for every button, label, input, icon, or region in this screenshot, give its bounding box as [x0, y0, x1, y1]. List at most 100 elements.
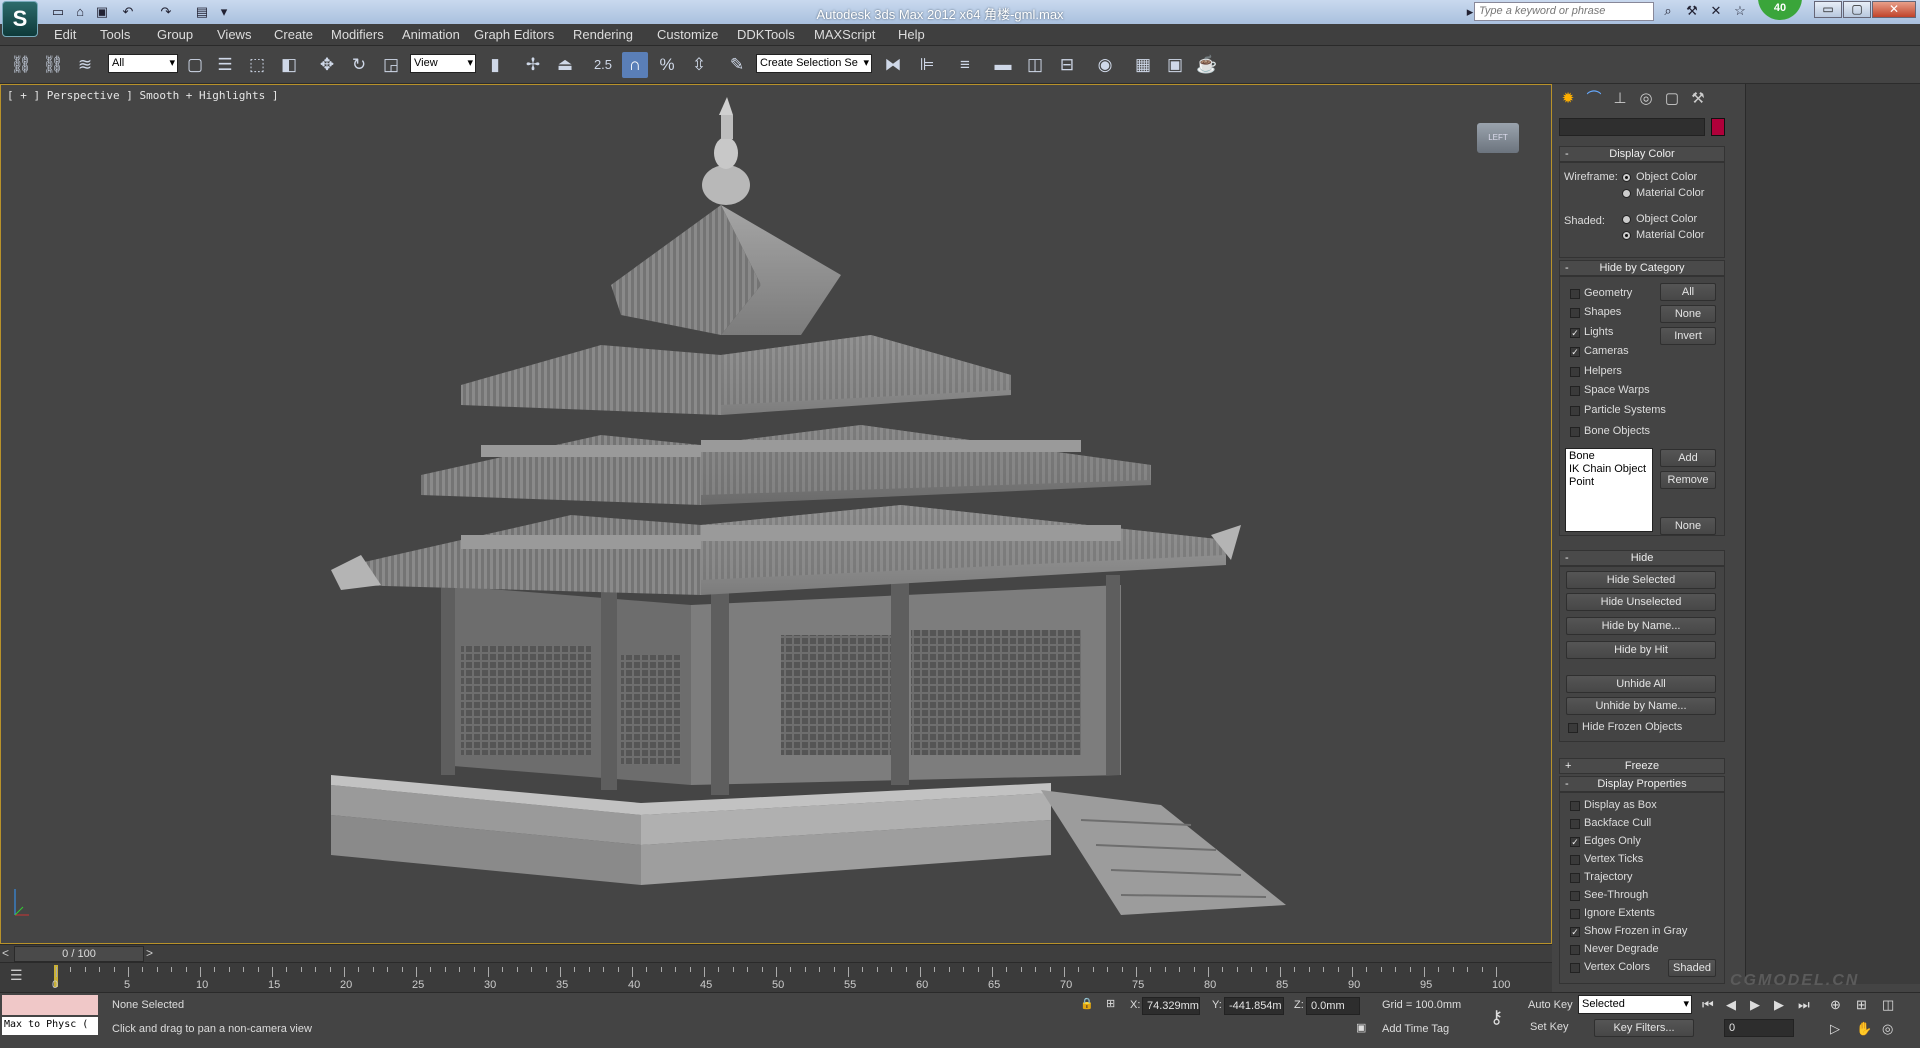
menu-rendering[interactable]: Rendering: [573, 27, 633, 42]
project-folder-icon[interactable]: ▤: [192, 2, 212, 22]
schematic-view-icon[interactable]: ⊟: [1054, 52, 1080, 78]
bind-space-warp-icon[interactable]: ≋: [72, 52, 98, 78]
track-bar[interactable]: ☰ 0 5 10 15 20 25 30 35 40 45 50 55 60 65 70 75 80 85 90 95…: [0, 962, 1552, 992]
menu-help[interactable]: Help: [898, 27, 925, 42]
add-category-button[interactable]: Add: [1660, 449, 1716, 467]
zoom-icon[interactable]: ⊕: [1830, 997, 1841, 1013]
never-degrade-checkbox[interactable]: [1570, 945, 1580, 955]
utilities-tab-icon[interactable]: ⚒: [1687, 88, 1709, 110]
manipulate-icon[interactable]: ✢: [520, 52, 546, 78]
select-and-link-icon[interactable]: ⛓: [8, 52, 34, 78]
rectangular-selection-icon[interactable]: ⬚: [244, 52, 270, 78]
list-item[interactable]: IK Chain Object: [1569, 463, 1649, 476]
menu-modifiers[interactable]: Modifiers: [331, 27, 384, 42]
select-and-move-icon[interactable]: ✥: [314, 52, 340, 78]
z-coord-field[interactable]: 0.0mm: [1306, 997, 1360, 1015]
vertex-colors-shaded-button[interactable]: Shaded: [1668, 959, 1716, 977]
hide-all-button[interactable]: All: [1660, 283, 1716, 301]
app-logo[interactable]: S: [2, 1, 38, 37]
bone-objects-checkbox[interactable]: [1570, 427, 1580, 437]
layer-manager-icon[interactable]: ≡: [952, 52, 978, 78]
perspective-viewport[interactable]: [ + ] Perspective ] Smooth + Highlights …: [0, 84, 1552, 944]
time-slider-thumb[interactable]: 0 / 100: [14, 946, 144, 962]
keyboard-shortcut-override-icon[interactable]: ⏏: [552, 52, 578, 78]
space-warps-checkbox[interactable]: [1570, 386, 1580, 396]
vertex-ticks-checkbox[interactable]: [1570, 855, 1580, 865]
trajectory-checkbox[interactable]: [1570, 873, 1580, 883]
lock-selection-icon[interactable]: 🔒: [1080, 997, 1094, 1010]
display-color-rollout-header[interactable]: - Display Color: [1559, 146, 1725, 162]
reference-coordinate-dropdown[interactable]: View: [410, 54, 476, 73]
binoculars-icon[interactable]: ⌕: [1658, 3, 1678, 21]
shaded-object-color-radio[interactable]: [1622, 215, 1631, 224]
open-file-icon[interactable]: ⌂: [70, 2, 90, 22]
hide-none-button[interactable]: None: [1660, 305, 1716, 323]
shaded-material-color-radio[interactable]: [1622, 231, 1631, 240]
object-color-swatch[interactable]: [1711, 118, 1725, 136]
mini-curve-editor-icon[interactable]: ☰: [10, 967, 32, 987]
show-frozen-in-gray-checkbox[interactable]: ✓: [1570, 927, 1580, 937]
wireframe-object-color-radio[interactable]: [1622, 173, 1631, 182]
prev-frame-icon[interactable]: ◀: [1726, 997, 1736, 1013]
keyword-search-input[interactable]: Type a keyword or phrase: [1474, 2, 1654, 21]
key-selection-dropdown[interactable]: Selected: [1578, 995, 1692, 1014]
menu-ddktools[interactable]: DDKTools: [737, 27, 795, 42]
material-editor-icon[interactable]: ◉: [1092, 52, 1118, 78]
particle-systems-checkbox[interactable]: [1570, 406, 1580, 416]
menu-create[interactable]: Create: [274, 27, 313, 42]
goto-end-icon[interactable]: ⏭: [1798, 997, 1810, 1013]
helpers-checkbox[interactable]: [1570, 367, 1580, 377]
menu-customize[interactable]: Customize: [657, 27, 718, 42]
goto-start-icon[interactable]: ⏮: [1702, 997, 1714, 1013]
spinner-snap-icon[interactable]: ⇳: [686, 52, 712, 78]
unhide-all-button[interactable]: Unhide All: [1566, 675, 1716, 693]
set-key-button[interactable]: Set Key: [1530, 1021, 1569, 1033]
snap-toggle-icon[interactable]: 2.5: [590, 52, 616, 78]
quick-access-dropdown-icon[interactable]: ▾: [214, 2, 234, 22]
time-slider-next-icon[interactable]: >: [146, 946, 153, 960]
select-and-rotate-icon[interactable]: ↻: [346, 52, 372, 78]
hide-by-name-button[interactable]: Hide by Name...: [1566, 617, 1716, 635]
list-item[interactable]: Point: [1569, 476, 1649, 489]
object-name-field[interactable]: [1559, 118, 1705, 136]
edit-named-selection-icon[interactable]: ✎: [724, 52, 750, 78]
orbit-icon[interactable]: ◎: [1882, 1021, 1893, 1037]
hide-unselected-button[interactable]: Hide Unselected: [1566, 593, 1716, 611]
window-crossing-icon[interactable]: ◧: [276, 52, 302, 78]
zoom-all-icon[interactable]: ⊞: [1856, 997, 1867, 1013]
communication-icon[interactable]: ✕: [1706, 3, 1726, 21]
new-file-icon[interactable]: ▭: [48, 2, 68, 22]
render-setup-icon[interactable]: ▦: [1130, 52, 1156, 78]
maxscript-input[interactable]: Max to Physc (: [2, 1017, 98, 1035]
unhide-by-name-button[interactable]: Unhide by Name...: [1566, 697, 1716, 715]
x-coord-field[interactable]: 74.329mm: [1142, 997, 1200, 1015]
redo-icon[interactable]: ↷: [156, 2, 176, 22]
time-slider[interactable]: < 0 / 100 >: [0, 944, 1552, 962]
absolute-mode-icon[interactable]: ⊞: [1106, 997, 1115, 1010]
zoom-extents-icon[interactable]: ◫: [1882, 997, 1894, 1013]
pivot-center-icon[interactable]: ▮: [482, 52, 508, 78]
graphite-ribbon-icon[interactable]: ▬: [990, 52, 1016, 78]
render-production-icon[interactable]: ☕: [1194, 52, 1220, 78]
edges-only-checkbox[interactable]: ✓: [1570, 837, 1580, 847]
menu-views[interactable]: Views: [217, 27, 251, 42]
select-and-scale-icon[interactable]: ◲: [378, 52, 404, 78]
unlink-icon[interactable]: ⛓: [40, 52, 66, 78]
lights-checkbox[interactable]: ✓: [1570, 328, 1580, 338]
set-key-mode-icon[interactable]: ⚷: [1490, 1007, 1503, 1028]
hide-by-hit-button[interactable]: Hide by Hit: [1566, 641, 1716, 659]
favorites-star-icon[interactable]: ☆: [1730, 3, 1750, 21]
add-time-tag-button[interactable]: Add Time Tag: [1382, 1023, 1449, 1035]
modify-tab-icon[interactable]: ⌒: [1583, 88, 1605, 110]
curve-editor-icon[interactable]: ◫: [1022, 52, 1048, 78]
category-list-none-button[interactable]: None: [1660, 517, 1716, 535]
ignore-extents-checkbox[interactable]: [1570, 909, 1580, 919]
close-button[interactable]: ✕: [1872, 1, 1916, 18]
field-of-view-icon[interactable]: ▷: [1830, 1021, 1840, 1037]
hide-selected-button[interactable]: Hide Selected: [1566, 571, 1716, 589]
rendered-frame-window-icon[interactable]: ▣: [1162, 52, 1188, 78]
hide-invert-button[interactable]: Invert: [1660, 327, 1716, 345]
freeze-rollout-header[interactable]: + Freeze: [1559, 758, 1725, 774]
motion-tab-icon[interactable]: ◎: [1635, 88, 1657, 110]
percent-snap-icon[interactable]: %: [654, 52, 680, 78]
